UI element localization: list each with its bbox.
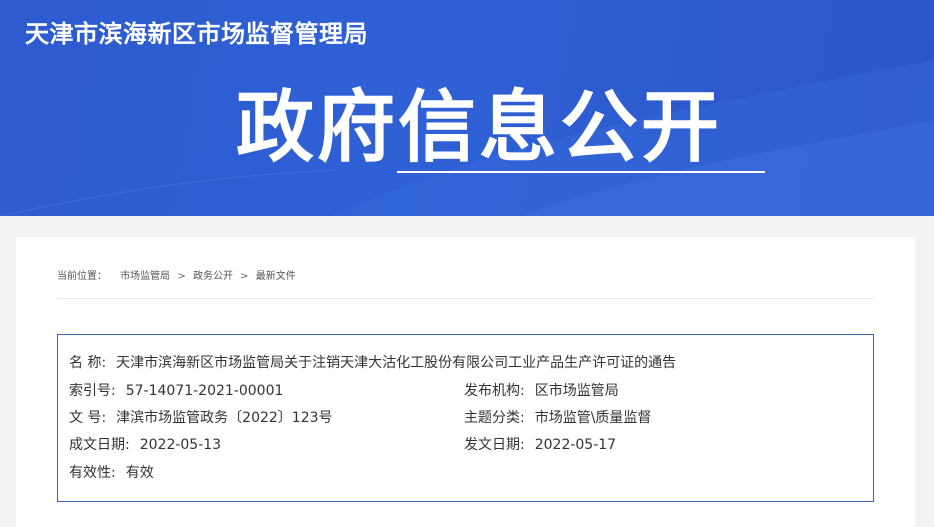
meta-issued-row: 发文日期: 2022-05-17 [464, 434, 616, 454]
meta-docno-label: 文 号: [69, 410, 107, 426]
meta-index-label: 索引号: [69, 383, 116, 399]
breadcrumb-item-latest-docs[interactable]: 最新文件 [256, 267, 296, 282]
meta-created-value: 2022-05-13 [139, 437, 222, 453]
breadcrumb-divider [57, 298, 874, 299]
meta-topic-label: 主题分类: [464, 410, 525, 426]
meta-topic-value: 市场监管\质量监督 [534, 410, 652, 426]
meta-name-label: 名 称: [69, 355, 107, 371]
meta-docno-value: 津滨市场监管政务〔2022〕123号 [116, 410, 333, 426]
meta-issued-value: 2022-05-17 [534, 437, 617, 453]
meta-publisher-value: 区市场监管局 [534, 383, 619, 399]
meta-created-label: 成文日期: [69, 437, 130, 453]
breadcrumb-prefix: 当前位置： [57, 271, 107, 282]
breadcrumb-item-gov-affairs[interactable]: 政务公开 [193, 267, 233, 282]
meta-name-row: 名 称: 天津市滨海新区市场监管局关于注销天津大沽化工股份有限公司工业产品生产许可… [69, 352, 676, 372]
meta-validity-label: 有效性: [69, 465, 116, 481]
meta-issued-label: 发文日期: [464, 437, 525, 453]
banner-underline [397, 171, 765, 173]
content-card: 当前位置： 市场监管局 > 政务公开 > 最新文件 名 称: 天津市滨海新区市场监… [16, 237, 915, 527]
meta-validity-value: 有效 [125, 465, 154, 481]
meta-publisher-row: 发布机构: 区市场监管局 [464, 380, 619, 400]
meta-created-row: 成文日期: 2022-05-13 [69, 434, 221, 454]
banner-title: 政府信息公开 [236, 83, 723, 173]
document-meta-box: 名 称: 天津市滨海新区市场监管局关于注销天津大沽化工股份有限公司工业产品生产许可… [57, 334, 874, 502]
meta-publisher-label: 发布机构: [464, 383, 525, 399]
site-name[interactable]: 天津市滨海新区市场监督管理局 [25, 14, 368, 49]
meta-topic-row: 主题分类: 市场监管\质量监督 [464, 407, 651, 427]
breadcrumb-separator: > [240, 271, 249, 282]
meta-docno-row: 文 号: 津滨市场监管政务〔2022〕123号 [69, 407, 333, 427]
meta-validity-row: 有效性: 有效 [69, 462, 154, 482]
header-banner: 天津市滨海新区市场监督管理局 政府信息公开 [0, 0, 934, 216]
breadcrumb: 当前位置： 市场监管局 > 政务公开 > 最新文件 [57, 267, 296, 282]
meta-index-row: 索引号: 57-14071-2021-00001 [69, 380, 283, 400]
breadcrumb-item-market-bureau[interactable]: 市场监管局 [120, 267, 170, 282]
meta-index-value: 57-14071-2021-00001 [125, 383, 284, 399]
meta-name-value: 天津市滨海新区市场监管局关于注销天津大沽化工股份有限公司工业产品生产许可证的通告 [116, 355, 677, 371]
breadcrumb-separator: > [177, 271, 186, 282]
